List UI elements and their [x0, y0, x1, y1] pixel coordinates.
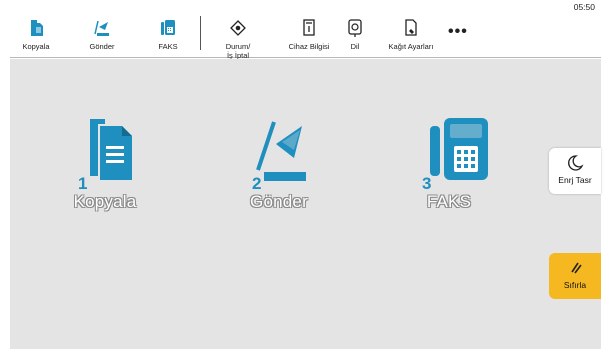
reset-label: Sıfırla: [563, 280, 587, 290]
send-icon: [91, 17, 113, 39]
toolbar-copy-label: Kopyala: [22, 42, 50, 51]
fax-icon: [157, 17, 179, 39]
send-app-label: Gönder: [250, 192, 308, 211]
device-info-icon: [298, 17, 320, 39]
copy-app-icon: 1: [78, 119, 132, 193]
toolbar-send-label: Gönder: [89, 42, 115, 51]
moon-icon: [566, 154, 584, 172]
top-toolbar: Kopyala Gönder FAKS Durum/ İş İptal Ciha…: [10, 0, 601, 60]
copy-icon: [25, 17, 47, 39]
toolbar-fax-label: FAKS: [158, 42, 178, 51]
fax-app-icon: 3: [422, 118, 488, 193]
toolbar-status-button[interactable]: Durum/ İş İptal: [214, 0, 262, 60]
toolbar-send-button[interactable]: Gönder: [80, 0, 124, 58]
status-icon: [227, 17, 249, 39]
send-app-number: 2: [252, 174, 261, 193]
toolbar-paper-settings-label: Kağıt Ayarları: [388, 42, 434, 51]
language-icon: [344, 17, 366, 39]
energy-saver-button[interactable]: Enrj Tasr: [549, 148, 601, 194]
toolbar-status-label-line1: Durum/: [225, 42, 251, 51]
clock: 05:50: [573, 2, 595, 12]
toolbar-paper-settings-button[interactable]: Kağıt Ayarları: [384, 0, 438, 58]
toolbar-device-info-button[interactable]: Cihaz Bilgisi: [274, 0, 344, 58]
toolbar-device-info-label: Cihaz Bilgisi: [288, 42, 330, 51]
toolbar-divider: [200, 16, 201, 50]
send-app-icon: 2: [252, 121, 306, 193]
app-copy-tile[interactable]: 1 Kopyala: [50, 114, 160, 224]
reset-icon: [566, 259, 584, 277]
toolbar-language-button[interactable]: Dil: [340, 0, 370, 58]
device-screen: Kopyala Gönder FAKS Durum/ İş İptal Ciha…: [10, 0, 601, 349]
more-menu-button[interactable]: •••: [448, 24, 468, 40]
copy-app-number: 1: [78, 174, 87, 193]
toolbar-fax-button[interactable]: FAKS: [146, 0, 190, 58]
energy-saver-label: Enrj Tasr: [558, 175, 592, 185]
app-send-tile[interactable]: 2 Gönder: [224, 114, 334, 224]
fax-app-number: 3: [422, 174, 431, 193]
fax-app-label: FAKS: [426, 192, 472, 211]
copy-app-label: Kopyala: [73, 192, 137, 211]
reset-button[interactable]: Sıfırla: [549, 253, 601, 299]
paper-settings-icon: [400, 17, 422, 39]
toolbar-language-label: Dil: [350, 42, 360, 51]
app-fax-tile[interactable]: 3 FAKS: [394, 114, 504, 224]
home-workarea: 1 Kopyala 2 Gönder 3 FAKS Enrj Tasr Sıfı…: [10, 59, 601, 349]
toolbar-copy-button[interactable]: Kopyala: [14, 0, 58, 58]
